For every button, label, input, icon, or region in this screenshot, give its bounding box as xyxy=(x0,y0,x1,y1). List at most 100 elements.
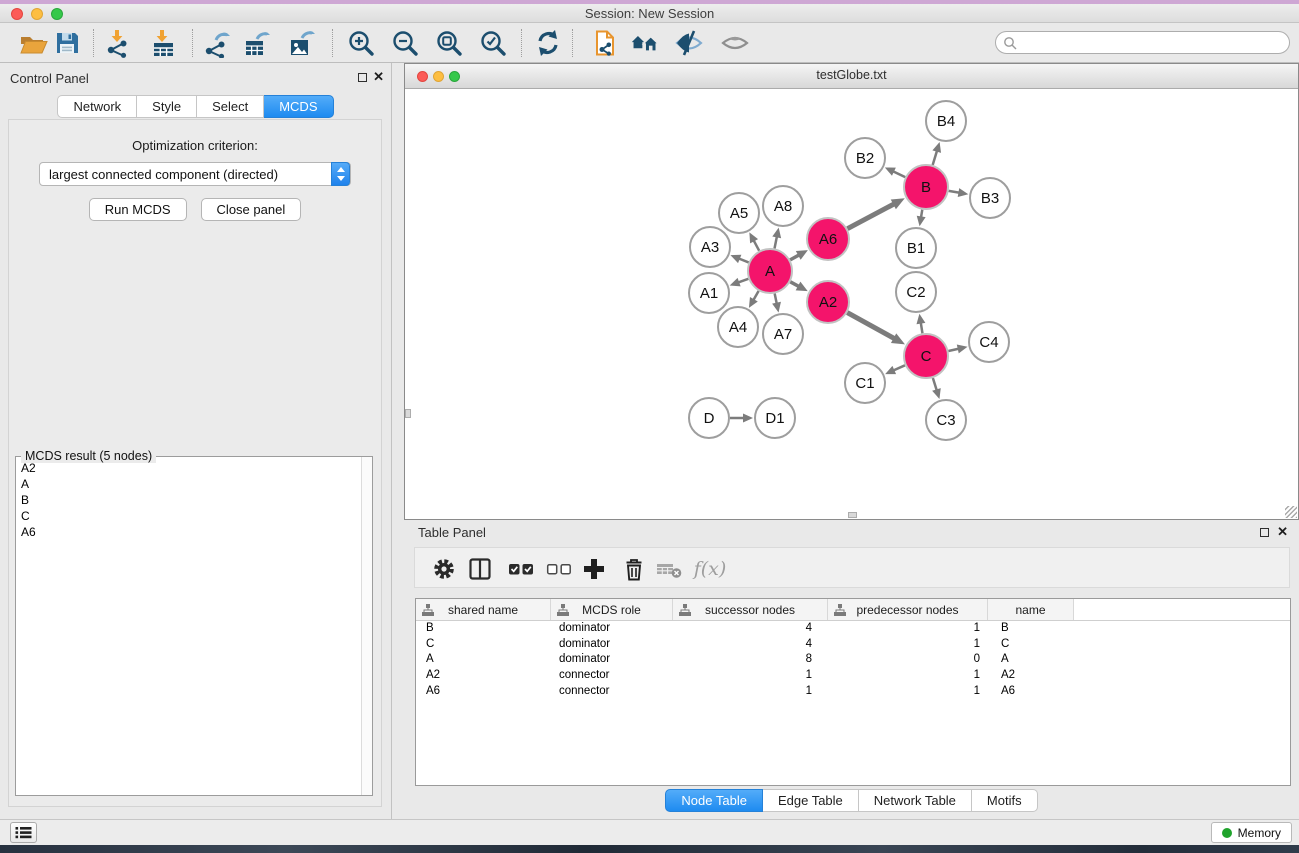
mcds-result-item[interactable]: A2 xyxy=(17,460,360,476)
zoom-fit-button[interactable] xyxy=(434,28,464,58)
left-splitter-handle[interactable] xyxy=(405,409,411,418)
column-header-successor-nodes[interactable]: successor nodes xyxy=(673,599,828,620)
tab-node-table[interactable]: Node Table xyxy=(665,789,763,812)
float-panel-icon[interactable] xyxy=(358,73,367,82)
table-row[interactable]: Cdominator41C xyxy=(416,637,1290,653)
hide-selected-button[interactable] xyxy=(674,28,704,58)
edge-arrowhead xyxy=(932,388,941,399)
tab-motifs[interactable]: Motifs xyxy=(972,789,1038,812)
import-network-button[interactable] xyxy=(103,28,133,58)
memory-button[interactable]: Memory xyxy=(1211,822,1292,843)
tab-network-table[interactable]: Network Table xyxy=(859,789,972,812)
column-header-shared-name[interactable]: shared name xyxy=(416,599,551,620)
table-cell: B xyxy=(988,621,1074,637)
network-node-B[interactable]: B xyxy=(904,165,948,209)
zoom-in-button[interactable] xyxy=(346,28,376,58)
deselect-all-button[interactable] xyxy=(545,555,573,583)
column-header-name[interactable]: name xyxy=(988,599,1074,620)
close-panel-button[interactable]: Close panel xyxy=(201,198,302,221)
zoom-selected-button[interactable] xyxy=(478,28,508,58)
edge-C-C1[interactable] xyxy=(892,365,905,371)
column-header-predecessor-nodes[interactable]: predecessor nodes xyxy=(828,599,988,620)
run-mcds-button[interactable]: Run MCDS xyxy=(89,198,187,221)
network-node-A[interactable]: A xyxy=(748,249,792,293)
delete-columns-button[interactable] xyxy=(621,555,649,583)
network-node-C[interactable]: C xyxy=(904,334,948,378)
table-row[interactable]: Adominator80A xyxy=(416,652,1290,668)
network-node-D[interactable]: D xyxy=(689,398,729,438)
table-row[interactable]: Bdominator41B xyxy=(416,621,1290,637)
edge-arrowhead xyxy=(730,278,741,286)
task-history-button[interactable] xyxy=(10,822,37,843)
network-node-A4[interactable]: A4 xyxy=(718,307,758,347)
network-window-titlebar[interactable]: testGlobe.txt xyxy=(405,64,1298,89)
search-input[interactable] xyxy=(1020,33,1280,52)
bottom-splitter-handle[interactable] xyxy=(848,512,857,518)
tab-select[interactable]: Select xyxy=(197,95,264,118)
network-node-D1[interactable]: D1 xyxy=(755,398,795,438)
network-node-B4[interactable]: B4 xyxy=(926,101,966,141)
network-node-A1[interactable]: A1 xyxy=(689,273,729,313)
tab-edge-table[interactable]: Edge Table xyxy=(763,789,859,812)
network-node-B3[interactable]: B3 xyxy=(970,178,1010,218)
edge-B-B2[interactable] xyxy=(892,171,905,177)
network-node-A3[interactable]: A3 xyxy=(690,227,730,267)
edge-C-C3[interactable] xyxy=(933,378,937,391)
network-canvas[interactable]: B4 B2 B B3 A8 A5 A6 A3 B1 A A1 C2 A2 A4A7 C4 C C1 C3 D D1 xyxy=(405,89,1298,519)
function-builder-button[interactable]: f(x) xyxy=(689,555,731,583)
edge-A6-B[interactable] xyxy=(847,203,895,228)
svg-text:A8: A8 xyxy=(774,198,792,215)
network-node-B1[interactable]: B1 xyxy=(896,228,936,268)
show-all-networks-button[interactable] xyxy=(630,28,664,58)
mcds-result-item[interactable]: C xyxy=(17,508,360,524)
show-selected-button[interactable] xyxy=(720,28,750,58)
select-all-button[interactable] xyxy=(507,555,535,583)
network-node-A7[interactable]: A7 xyxy=(763,314,803,354)
import-table-button[interactable] xyxy=(148,28,178,58)
network-node-A8[interactable]: A8 xyxy=(763,186,803,226)
save-session-button[interactable] xyxy=(52,28,82,58)
mcds-result-scrollbar[interactable] xyxy=(361,457,372,795)
edge-A2-C[interactable] xyxy=(847,313,895,339)
tab-network[interactable]: Network xyxy=(57,95,137,118)
column-header-MCDS-role[interactable]: MCDS role xyxy=(551,599,673,620)
svg-text:A1: A1 xyxy=(700,285,718,302)
mcds-result-item[interactable]: A xyxy=(17,476,360,492)
close-panel-icon[interactable]: ✕ xyxy=(373,69,384,85)
network-node-C4[interactable]: C4 xyxy=(969,322,1009,362)
show-column-button[interactable] xyxy=(467,555,495,583)
export-table-button[interactable] xyxy=(242,28,272,58)
edge-B-B4[interactable] xyxy=(933,150,938,165)
mcds-result-item[interactable]: B xyxy=(17,492,360,508)
export-network-button[interactable] xyxy=(202,28,232,58)
table-options-button[interactable] xyxy=(431,555,459,583)
network-node-C3[interactable]: C3 xyxy=(926,400,966,440)
table-cell: dominator xyxy=(551,621,673,637)
float-table-panel-icon[interactable] xyxy=(1260,528,1269,537)
network-node-B2[interactable]: B2 xyxy=(845,138,885,178)
table-row[interactable]: A6connector11A6 xyxy=(416,684,1290,700)
fx-icon: f(x) xyxy=(694,558,727,580)
tab-mcds[interactable]: MCDS xyxy=(264,95,333,118)
refresh-button[interactable] xyxy=(533,28,563,58)
optimization-criterion-label: Optimization criterion: xyxy=(9,138,381,153)
mcds-result-item[interactable]: A6 xyxy=(17,524,360,540)
criterion-dropdown[interactable]: largest connected component (directed) xyxy=(39,162,351,186)
create-column-button[interactable] xyxy=(581,555,609,583)
zoom-out-button[interactable] xyxy=(390,28,420,58)
resize-corner-handle[interactable] xyxy=(1285,506,1297,518)
toolbar-separator xyxy=(572,29,573,57)
close-table-panel-icon[interactable]: ✕ xyxy=(1277,524,1288,540)
tab-style[interactable]: Style xyxy=(137,95,197,118)
network-node-A2[interactable]: A2 xyxy=(807,281,849,323)
table-cell: C xyxy=(416,637,551,653)
network-node-A6[interactable]: A6 xyxy=(807,218,849,260)
table-row[interactable]: A2connector11A2 xyxy=(416,668,1290,684)
network-node-C2[interactable]: C2 xyxy=(896,272,936,312)
delete-table-button[interactable] xyxy=(655,555,683,583)
network-node-A5[interactable]: A5 xyxy=(719,193,759,233)
clone-network-button[interactable] xyxy=(590,28,620,58)
network-node-C1[interactable]: C1 xyxy=(845,363,885,403)
open-file-button[interactable] xyxy=(18,28,48,58)
export-image-button[interactable] xyxy=(287,28,317,58)
